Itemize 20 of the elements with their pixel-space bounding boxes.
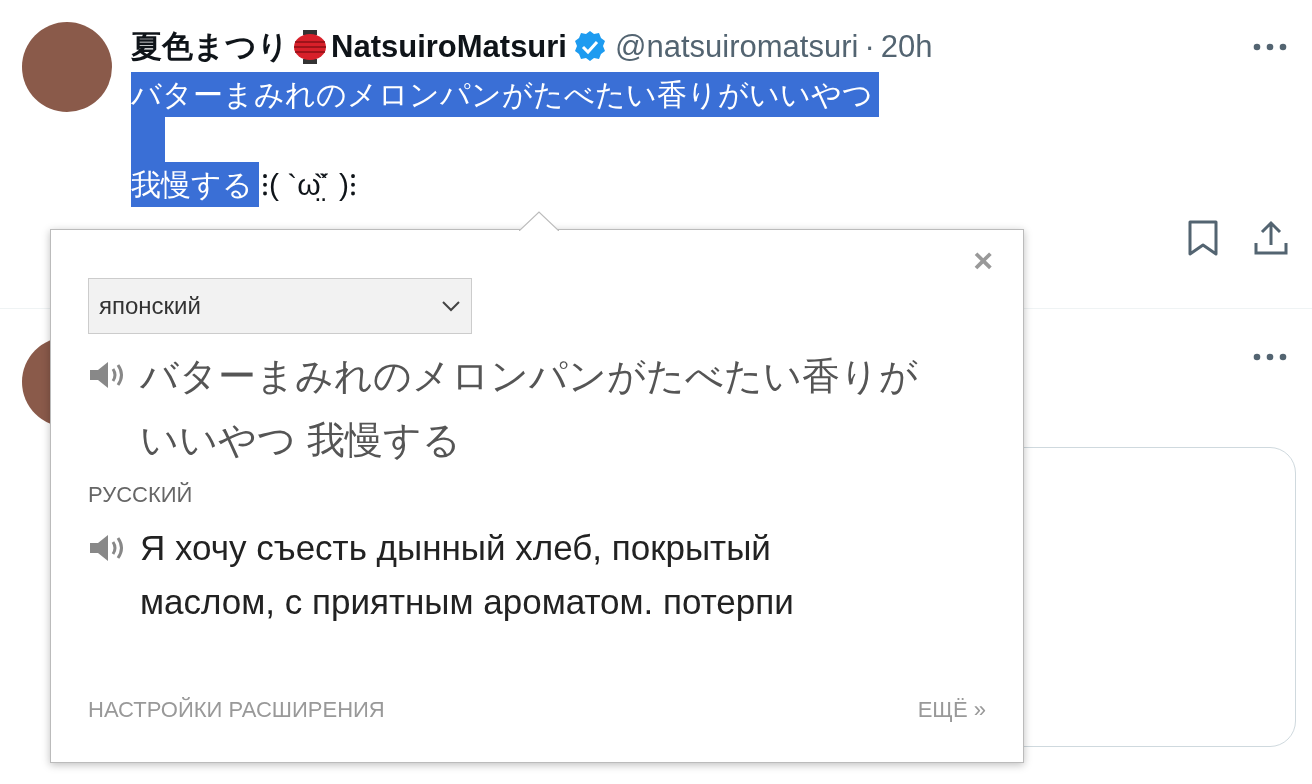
tweet-text: ⁝( `ω̤̏´ )⁝ <box>261 167 358 203</box>
tweet-text: 我慢する <box>131 162 259 207</box>
translation-text: Я хочу съесть дынный хлеб, покрытый маслом, с приятным ароматом. потерпи <box>140 527 795 623</box>
share-icon[interactable] <box>1253 220 1289 256</box>
more-icon[interactable] <box>1253 43 1287 51</box>
timestamp[interactable]: 20h <box>880 27 933 67</box>
language-dropdown[interactable]: японский <box>88 278 472 334</box>
display-name[interactable]: 夏色まつり <box>131 27 289 67</box>
separator: · <box>864 28 875 66</box>
source-text: バターまみれのメロンパンがたべたい香りがいいやつ 我慢する <box>140 354 919 463</box>
more-icon[interactable] <box>1253 353 1287 361</box>
speaker-icon[interactable] <box>88 360 126 390</box>
handle[interactable]: @natsuiromatsuri <box>615 27 859 67</box>
bookmark-icon[interactable] <box>1187 219 1219 257</box>
lantern-icon <box>291 28 329 66</box>
speaker-icon[interactable] <box>88 533 126 563</box>
chevron-down-icon <box>441 300 461 312</box>
target-language: РУССКИЙ <box>88 481 194 509</box>
tweet-text: バターまみれのメロンパンがたべたい香りがいいやつ <box>131 72 879 117</box>
display-name[interactable]: NatsuiroMatsuri <box>331 27 567 67</box>
